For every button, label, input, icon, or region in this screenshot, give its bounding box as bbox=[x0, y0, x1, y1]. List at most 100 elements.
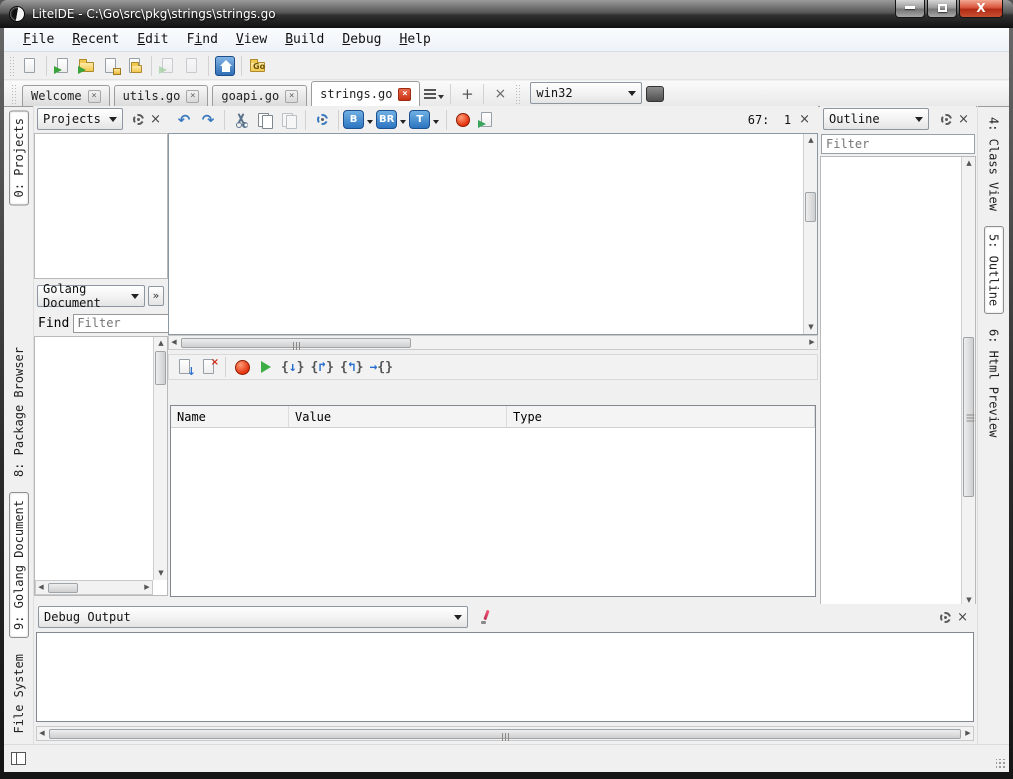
save-all-icon[interactable] bbox=[123, 54, 147, 78]
tab-close-icon[interactable]: × bbox=[398, 88, 411, 101]
reload-file-icon[interactable] bbox=[180, 54, 204, 78]
find-row: Find bbox=[34, 311, 168, 335]
editor-hscrollbar[interactable]: ◀▶ bbox=[168, 335, 818, 350]
close-icon[interactable]: × bbox=[957, 610, 968, 625]
clear-output-icon[interactable] bbox=[478, 609, 494, 625]
doc-tab-goapi-go[interactable]: goapi.go× bbox=[212, 85, 307, 106]
doc-tab-Welcome[interactable]: Welcome × bbox=[22, 85, 110, 106]
continue-record-icon[interactable]: ↓ bbox=[173, 355, 197, 379]
outline-view-select[interactable]: Outline bbox=[823, 108, 929, 130]
doc-tab-strings-go[interactable]: strings.go× bbox=[311, 81, 420, 106]
build-run-dropdown-icon[interactable] bbox=[400, 120, 406, 127]
tab-close-icon[interactable]: × bbox=[285, 90, 298, 103]
outline-view-label: Outline bbox=[829, 112, 880, 126]
build-target-value: win32 bbox=[536, 86, 572, 100]
open-file-icon[interactable] bbox=[51, 54, 75, 78]
target-options-button[interactable] bbox=[646, 86, 664, 102]
status-bar bbox=[4, 744, 1009, 772]
close-tab-icon[interactable]: × bbox=[488, 82, 512, 106]
open-folder-icon[interactable] bbox=[75, 54, 99, 78]
home-icon[interactable] bbox=[213, 54, 237, 78]
dock-toggle-icon[interactable] bbox=[11, 752, 26, 765]
doc-tab-utils-go[interactable]: utils.go × bbox=[114, 85, 209, 106]
dock-tab-4-class-view[interactable]: 4: Class View bbox=[985, 110, 1003, 218]
editor-vscrollbar[interactable]: ▲▼ bbox=[803, 134, 817, 334]
dock-tab-0-projects[interactable]: 0: Projects bbox=[9, 110, 29, 205]
title-bar[interactable]: LiteIDE - C:\Go\src\pkg\strings\strings.… bbox=[0, 0, 1013, 28]
output-hscrollbar[interactable]: ◀▶ bbox=[36, 726, 974, 741]
dock-tab-8-package-browser[interactable]: 8: Package Browser bbox=[10, 340, 28, 484]
code-area[interactable]: ▲▼ bbox=[168, 133, 818, 335]
gear-icon[interactable] bbox=[133, 114, 144, 125]
variables-table-header: Name Value Type bbox=[171, 406, 815, 428]
split-add-icon[interactable]: + bbox=[455, 82, 479, 106]
debug-panel: ↓ × {↓} {↱} {↰} →{} Name Value Type bbox=[168, 350, 818, 600]
step-over-icon[interactable]: {↱} bbox=[310, 360, 333, 375]
breakpoint-icon[interactable] bbox=[230, 355, 254, 379]
doc-list-vscrollbar[interactable]: ▲▼ bbox=[153, 337, 167, 580]
build-button[interactable]: B bbox=[343, 110, 364, 129]
paste-icon[interactable] bbox=[277, 108, 301, 132]
minimize-button[interactable] bbox=[895, 0, 925, 18]
stop-record-icon[interactable]: × bbox=[197, 355, 221, 379]
dock-tab-9-golang-document[interactable]: 9: Golang Document bbox=[9, 492, 29, 638]
menu-debug[interactable]: Debug bbox=[333, 30, 390, 49]
menu-help[interactable]: Help bbox=[391, 30, 440, 49]
doc-tab-label: Welcome bbox=[31, 89, 82, 103]
run-to-line-icon[interactable]: →{} bbox=[369, 360, 392, 375]
variables-table: Name Value Type bbox=[170, 405, 816, 597]
maximize-button[interactable] bbox=[927, 0, 957, 18]
resize-grip[interactable] bbox=[996, 759, 1006, 769]
redo-icon[interactable]: ↷ bbox=[196, 108, 220, 132]
continue-icon[interactable] bbox=[254, 355, 278, 379]
menu-file[interactable]: File bbox=[14, 30, 63, 49]
stop-icon[interactable] bbox=[451, 108, 475, 132]
main-toolbar: Go bbox=[4, 53, 1009, 80]
output-view-select[interactable]: Debug Output bbox=[38, 606, 468, 628]
test-button[interactable]: T bbox=[409, 110, 430, 129]
test-dropdown-icon[interactable] bbox=[433, 120, 439, 127]
gear-icon[interactable] bbox=[940, 612, 951, 623]
step-out-icon[interactable]: {↰} bbox=[340, 360, 363, 375]
close-button[interactable]: X bbox=[959, 0, 1003, 18]
outline-filter-input[interactable] bbox=[821, 134, 975, 154]
new-file-icon[interactable] bbox=[18, 54, 42, 78]
go-env-icon[interactable]: Go bbox=[246, 54, 270, 78]
projects-view-select[interactable]: Projects bbox=[37, 108, 123, 130]
tab-close-icon[interactable]: × bbox=[88, 90, 101, 103]
menu-view[interactable]: View bbox=[227, 30, 276, 49]
copy-icon[interactable] bbox=[253, 108, 277, 132]
close-icon[interactable]: × bbox=[150, 112, 161, 127]
menu-find[interactable]: Find bbox=[178, 30, 227, 49]
close-icon[interactable]: × bbox=[958, 112, 969, 127]
file-tree bbox=[34, 133, 168, 279]
step-into-icon[interactable]: {↓} bbox=[281, 360, 304, 375]
menu-recent[interactable]: Recent bbox=[63, 30, 128, 49]
save-file-icon[interactable] bbox=[99, 54, 123, 78]
menu-bar: FileRecentEditFindViewBuildDebugHelp bbox=[4, 28, 1009, 52]
tab-close-icon[interactable]: × bbox=[186, 90, 199, 103]
golang-document-select[interactable]: Golang Document bbox=[37, 285, 145, 307]
menu-build[interactable]: Build bbox=[276, 30, 333, 49]
code-editor[interactable]: ↶ ↷ B BR T 67: 1 × bbox=[168, 106, 818, 350]
projects-sidebar: Projects × Golang Document » Find ▲▼ bbox=[34, 106, 168, 596]
chevron-more-button[interactable]: » bbox=[148, 286, 164, 306]
tab-list-icon[interactable] bbox=[422, 82, 446, 106]
cut-icon[interactable] bbox=[229, 108, 253, 132]
outline-vscrollbar[interactable]: ▲▼ bbox=[961, 157, 975, 607]
menu-edit[interactable]: Edit bbox=[128, 30, 177, 49]
dock-tab-5-outline[interactable]: 5: Outline bbox=[984, 226, 1004, 314]
dock-tab-file-system[interactable]: File System bbox=[10, 647, 28, 740]
undo-icon[interactable]: ↶ bbox=[172, 108, 196, 132]
gear-icon[interactable] bbox=[941, 114, 952, 125]
build-config-gear-icon[interactable] bbox=[310, 108, 334, 132]
export-file-icon[interactable] bbox=[156, 54, 180, 78]
build-run-button[interactable]: BR bbox=[376, 110, 397, 129]
run-file-icon[interactable] bbox=[475, 108, 499, 132]
dock-tab-6-html-preview[interactable]: 6: Html Preview bbox=[985, 322, 1003, 444]
doc-list-hscrollbar[interactable]: ◀▶ bbox=[35, 580, 153, 595]
build-dropdown-icon[interactable] bbox=[367, 120, 373, 127]
build-target-select[interactable]: win32 bbox=[530, 82, 642, 104]
doc-tab-label: utils.go bbox=[123, 89, 181, 103]
editor-close-icon[interactable]: × bbox=[799, 112, 810, 127]
